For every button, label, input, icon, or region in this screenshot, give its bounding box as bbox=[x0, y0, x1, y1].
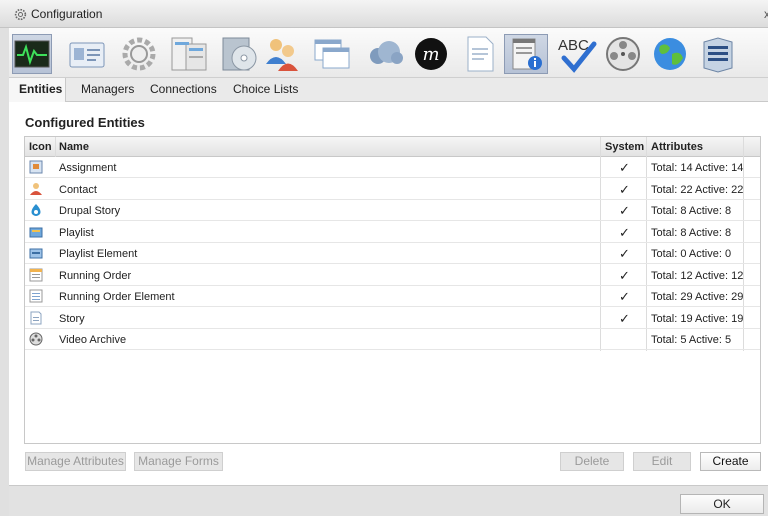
film-reel-icon[interactable] bbox=[603, 34, 643, 74]
table-row[interactable]: Running Order ✓ Total: 12 Active: 12 bbox=[25, 265, 760, 286]
playlist-icon bbox=[29, 227, 43, 237]
column-header-system[interactable]: System bbox=[605, 141, 644, 153]
manage-forms-button[interactable]: Manage Forms bbox=[134, 452, 223, 471]
attributes-summary: Total: 8 Active: 8 bbox=[651, 226, 732, 239]
disc-package-icon[interactable] bbox=[220, 34, 260, 74]
system-check: ✓ bbox=[619, 310, 630, 326]
table-row[interactable]: Contact ✓ Total: 22 Active: 22 bbox=[25, 179, 760, 200]
close-icon[interactable]: x bbox=[764, 7, 768, 21]
table-row[interactable]: Assignment ✓ Total: 14 Active: 14 bbox=[25, 157, 760, 178]
dialog-footer bbox=[9, 485, 768, 516]
system-check: ✓ bbox=[619, 289, 630, 304]
entity-name: Assignment bbox=[59, 162, 117, 174]
system-check: ✓ bbox=[619, 267, 630, 283]
attributes-summary: Total: 29 Active: 29 bbox=[651, 291, 744, 303]
table-row[interactable]: Playlist Element ✓ Total: 0 Active: 0 bbox=[25, 243, 760, 264]
table-header: Icon Name System Attributes bbox=[25, 137, 760, 157]
table-row[interactable]: Video Archive Total: 5 Active: 5 bbox=[25, 329, 760, 350]
entity-name: Video Archive bbox=[59, 334, 127, 346]
attributes-summary: Total: 14 Active: 14 bbox=[651, 162, 744, 174]
spellcheck-label: ABC bbox=[558, 37, 589, 54]
video-archive-icon bbox=[29, 332, 43, 346]
attributes-summary: Total: 8 Active: 8 bbox=[651, 205, 732, 217]
tab-entities[interactable]: Entities bbox=[9, 78, 66, 102]
tab-bar: Entities Managers Connections Choice Lis… bbox=[9, 78, 768, 102]
users-icon[interactable] bbox=[262, 34, 302, 74]
entity-name: Contact bbox=[59, 183, 97, 196]
column-header-icon[interactable]: Icon bbox=[29, 141, 52, 153]
table-row[interactable]: Running Order Element ✓ Total: 29 Active: … bbox=[25, 286, 760, 307]
column-header-name[interactable]: Name bbox=[59, 141, 89, 153]
tab-choice-lists[interactable]: Choice Lists bbox=[223, 78, 308, 102]
entities-table: Icon Name System Attributes Assignment ✓ T… bbox=[24, 136, 761, 444]
assignment-icon bbox=[29, 160, 43, 174]
running-order-element-icon bbox=[29, 289, 43, 303]
column-header-attributes[interactable]: Attributes bbox=[651, 141, 703, 153]
cloud-icon[interactable] bbox=[365, 34, 405, 74]
entity-name: Playlist bbox=[59, 226, 94, 239]
system-check: ✓ bbox=[619, 203, 630, 218]
tab-connections[interactable]: Connections bbox=[140, 78, 227, 102]
manage-attributes-button[interactable]: Manage Attributes bbox=[25, 452, 126, 471]
attributes-summary: Total: 22 Active: 22 bbox=[651, 183, 744, 196]
contact-icon bbox=[30, 182, 42, 195]
delete-button[interactable]: Delete bbox=[560, 452, 624, 471]
entity-name: Drupal Story bbox=[59, 205, 121, 217]
section-title: Configured Entities bbox=[25, 115, 145, 130]
attributes-summary: Total: 12 Active: 12 bbox=[651, 269, 744, 282]
ok-button[interactable]: OK bbox=[680, 494, 764, 514]
column-divider bbox=[55, 137, 56, 157]
running-order-icon bbox=[29, 268, 43, 281]
document-icon[interactable] bbox=[460, 34, 500, 74]
window-titlebar: Configuration x bbox=[0, 0, 768, 28]
notepad-info-icon[interactable] bbox=[504, 34, 548, 74]
windows-icon[interactable] bbox=[312, 34, 352, 74]
table-row[interactable]: Drupal Story ✓ Total: 8 Active: 8 bbox=[25, 200, 760, 221]
create-button[interactable]: Create bbox=[700, 452, 761, 471]
attributes-summary: Total: 0 Active: 0 bbox=[651, 248, 732, 260]
playlist-element-icon bbox=[29, 248, 43, 259]
system-check: ✓ bbox=[619, 181, 630, 197]
attributes-summary: Total: 5 Active: 5 bbox=[651, 334, 732, 346]
server-stack-icon[interactable] bbox=[698, 34, 738, 74]
entity-name: Running Order Element bbox=[59, 291, 175, 303]
entity-name: Playlist Element bbox=[59, 248, 138, 260]
table-row[interactable]: Story ✓ Total: 19 Active: 19 bbox=[25, 308, 760, 329]
system-check: ✓ bbox=[619, 246, 630, 261]
svg-text:m: m bbox=[422, 44, 439, 65]
edit-button[interactable]: Edit bbox=[633, 452, 691, 471]
drupal-icon bbox=[31, 204, 41, 216]
window-left-edge bbox=[0, 28, 9, 516]
m-logo-icon[interactable]: m bbox=[411, 34, 451, 74]
entity-name: Running Order bbox=[59, 269, 132, 282]
window-title: Configuration bbox=[31, 7, 103, 21]
globe-icon[interactable] bbox=[650, 34, 690, 74]
table-row[interactable]: Playlist ✓ Total: 8 Active: 8 bbox=[25, 222, 760, 243]
id-card-icon[interactable] bbox=[67, 34, 107, 74]
gear-icon[interactable] bbox=[119, 34, 159, 74]
system-check: ✓ bbox=[619, 224, 630, 240]
attributes-summary: Total: 19 Active: 19 bbox=[651, 312, 744, 325]
spellcheck-abc-icon[interactable]: ABC bbox=[556, 34, 600, 74]
server-panel-icon[interactable] bbox=[169, 34, 209, 74]
toolbar: m ABC bbox=[9, 28, 768, 78]
story-icon bbox=[30, 311, 42, 324]
entity-name: Story bbox=[59, 312, 85, 325]
monitor-waveform-icon[interactable] bbox=[12, 34, 52, 74]
gear-icon bbox=[14, 8, 27, 21]
system-check: ✓ bbox=[619, 160, 630, 175]
tab-managers[interactable]: Managers bbox=[71, 78, 144, 102]
